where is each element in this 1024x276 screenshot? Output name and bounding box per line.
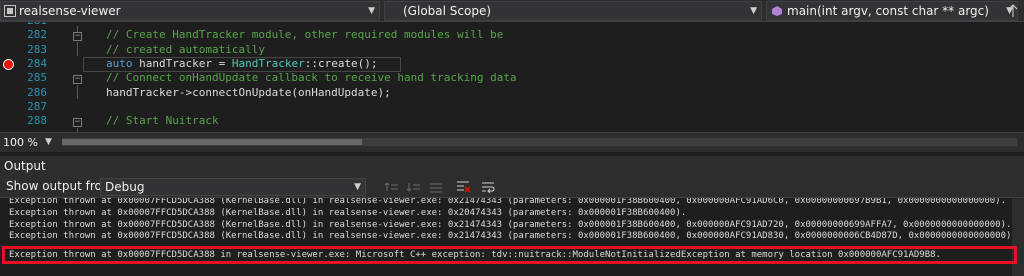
output-source-dropdown[interactable]: Debug ▼ <box>100 178 366 196</box>
go-to-current-icon[interactable] <box>428 179 444 195</box>
output-title: Output <box>4 159 46 173</box>
code-line[interactable]: 287 <box>0 100 1024 114</box>
code-token: ::create(); <box>304 56 378 70</box>
project-dropdown[interactable]: realsense-viewer ▼ <box>0 1 380 21</box>
output-vertical-scrollbar[interactable] <box>1012 198 1024 276</box>
scope-dropdown[interactable]: (Global Scope) ▼ <box>384 1 762 21</box>
code-text[interactable]: auto handTracker = HandTracker::create()… <box>106 57 378 71</box>
code-token: // Create HandTracker module, other requ… <box>106 28 504 42</box>
code-line[interactable]: 285 // Connect onHandUpdate callback to r… <box>0 71 1024 85</box>
line-number: 282 <box>27 28 47 42</box>
line-number: 285 <box>27 71 47 85</box>
code-text[interactable]: handTracker->connectOnUpdate(onHandUpdat… <box>106 86 391 100</box>
horizontal-scrollbar[interactable] <box>62 138 1017 146</box>
annotation-highlight-box <box>2 246 1017 264</box>
code-text[interactable]: // Create HandTracker module, other requ… <box>106 28 503 42</box>
navigation-bar: realsense-viewer ▼ (Global Scope) ▼ main… <box>0 0 1024 22</box>
chevron-down-icon[interactable]: ▼ <box>45 133 52 151</box>
chevron-down-icon: ▼ <box>750 6 757 16</box>
code-token: HandTracker <box>231 56 305 70</box>
code-line[interactable]: 286 handTracker->connectOnUpdate(onHandUp… <box>0 86 1024 100</box>
line-number: 288 <box>27 114 47 128</box>
editor-status-bar: 100 % ▼ <box>0 132 1024 152</box>
clear-all-icon[interactable] <box>455 179 471 195</box>
project-name: realsense-viewer <box>19 4 121 18</box>
output-line: Exception thrown at 0x00007FFCD5DCA388 (… <box>9 219 1012 230</box>
output-line: Exception thrown at 0x00007FFCD5DCA388 (… <box>9 198 1006 206</box>
output-source-value: Debug <box>105 180 145 194</box>
chevron-down-icon: ▼ <box>368 6 375 16</box>
code-text[interactable]: // Connect onHandUpdate callback to rece… <box>106 71 517 85</box>
output-line: Exception thrown at 0x00007FFCD5DCA388 (… <box>9 231 1017 242</box>
code-text[interactable]: // created automatically <box>106 43 265 57</box>
scope-label: (Global Scope) <box>403 4 492 18</box>
function-label: main(int argv, const char ** argc) <box>787 4 989 18</box>
zoom-level[interactable]: 100 % <box>3 134 38 152</box>
code-text[interactable]: // Start Nuitrack <box>106 114 219 128</box>
output-line: Exception thrown at 0x00007FFCD5DCA388 (… <box>9 207 687 218</box>
split-editor-icon[interactable] <box>1004 3 1022 19</box>
output-pane-title: Output <box>0 156 1024 176</box>
code-line[interactable]: 284 auto handTracker = HandTracker::creat… <box>0 57 1024 71</box>
code-token: // Connect onHandUpdate callback to rece… <box>106 71 517 85</box>
line-number: 287 <box>27 99 47 113</box>
output-toolbar: Show output from: Debug ▼ <box>0 176 1024 198</box>
find-message-prev-icon[interactable] <box>384 179 400 195</box>
line-number: 283 <box>27 42 47 56</box>
output-text-area[interactable]: Exception thrown at 0x00007FFCD5DCA388 (… <box>0 198 1024 276</box>
method-icon <box>772 6 782 16</box>
code-token: handTracker->connectOnUpdate(onHandUpdat… <box>106 85 391 99</box>
function-dropdown[interactable]: main(int argv, const char ** argc) ▼ <box>766 1 1018 21</box>
code-editor[interactable]: − − − 281282// Create HandTracker module… <box>0 22 1024 132</box>
code-line[interactable]: 283 // created automatically <box>0 43 1024 57</box>
code-line[interactable]: 282 // Create HandTracker module, other r… <box>0 28 1024 42</box>
code-token: // Start Nuitrack <box>106 114 219 128</box>
code-token: auto <box>106 56 133 70</box>
line-number: 286 <box>27 85 47 99</box>
word-wrap-icon[interactable] <box>480 179 496 195</box>
line-number: 284 <box>27 56 47 70</box>
code-token: handTracker = <box>132 56 232 70</box>
scrollbar-thumb[interactable] <box>62 139 362 145</box>
code-token: // created automatically <box>106 42 265 56</box>
find-message-next-icon[interactable] <box>406 179 422 195</box>
cpp-project-icon <box>4 5 16 17</box>
chevron-down-icon: ▼ <box>354 182 361 192</box>
code-line[interactable]: 288 // Start Nuitrack <box>0 114 1024 128</box>
